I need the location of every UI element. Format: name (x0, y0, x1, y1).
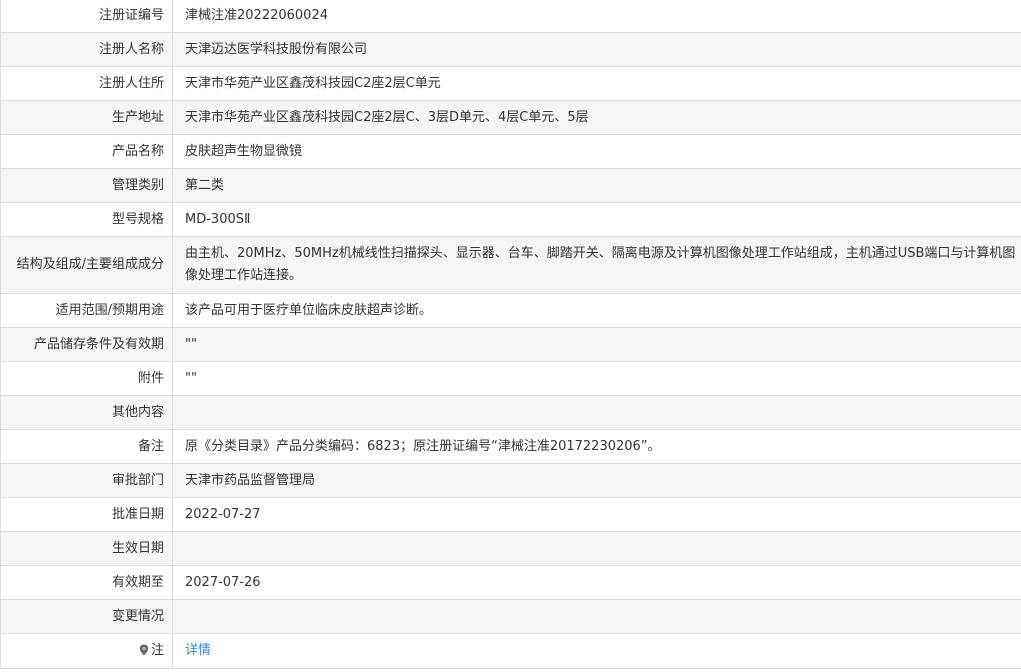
row-change-status: 变更情况 (0, 599, 1021, 634)
row-label: 其他内容 (0, 395, 173, 430)
row-value: 天津市华苑产业区鑫茂科技园C2座2层C单元 (172, 66, 1021, 101)
row-value: 天津市华苑产业区鑫茂科技园C2座2层C、3层D单元、4层C单元、5层 (172, 100, 1021, 135)
row-value: 天津市药品监督管理局 (172, 463, 1021, 498)
row-structure-composition: 结构及组成/主要组成成分 由主机、20MHz、50MHz机械线性扫描探头、显示器… (0, 236, 1021, 294)
row-value: 津械注准20222060024 (172, 0, 1021, 33)
row-label: 备注 (0, 429, 173, 464)
row-approval-date: 批准日期 2022-07-27 (0, 497, 1021, 532)
row-value: "" (172, 327, 1021, 362)
details-link[interactable]: 详情 (185, 643, 211, 658)
map-pin-icon (139, 642, 149, 656)
row-label: 附件 (0, 361, 173, 396)
row-label: 注册人住所 (0, 66, 173, 101)
row-other-content: 其他内容 (0, 395, 1021, 430)
row-label: 有效期至 (0, 565, 173, 600)
row-label: 结构及组成/主要组成成分 (0, 236, 173, 294)
row-production-address: 生产地址 天津市华苑产业区鑫茂科技园C2座2层C、3层D单元、4层C单元、5层 (0, 100, 1021, 135)
row-value: 皮肤超声生物显微镜 (172, 134, 1021, 169)
note-label-cell: 注 (0, 633, 173, 669)
row-value: 该产品可用于医疗单位临床皮肤超声诊断。 (172, 293, 1021, 328)
row-note: 注 详情 (0, 633, 1021, 669)
row-label: 注册人名称 (0, 32, 173, 67)
row-value (172, 599, 1021, 634)
row-label: 批准日期 (0, 497, 173, 532)
row-value: 第二类 (172, 168, 1021, 203)
row-value: 由主机、20MHz、50MHz机械线性扫描探头、显示器、台车、脚踏开关、隔离电源… (172, 236, 1021, 294)
row-storage-validity: 产品储存条件及有效期 "" (0, 327, 1021, 362)
row-attachment: 附件 "" (0, 361, 1021, 396)
row-value: 天津迈达医学科技股份有限公司 (172, 32, 1021, 67)
row-label: 管理类别 (0, 168, 173, 203)
row-registrant-address: 注册人住所 天津市华苑产业区鑫茂科技园C2座2层C单元 (0, 66, 1021, 101)
row-value: MD-300SⅡ (172, 202, 1021, 237)
row-effective-date: 生效日期 (0, 531, 1021, 566)
registration-detail-table: 注册证编号 津械注准20222060024 注册人名称 天津迈达医学科技股份有限… (0, 0, 1021, 669)
row-label: 审批部门 (0, 463, 173, 498)
row-label: 生效日期 (0, 531, 173, 566)
row-value (172, 531, 1021, 566)
row-management-category: 管理类别 第二类 (0, 168, 1021, 203)
row-label: 型号规格 (0, 202, 173, 237)
row-value: 2022-07-27 (172, 497, 1021, 532)
row-remarks: 备注 原《分类目录》产品分类编码：6823；原注册证编号“津械注准2017223… (0, 429, 1021, 464)
row-label: 生产地址 (0, 100, 173, 135)
row-label: 变更情况 (0, 599, 173, 634)
row-approval-department: 审批部门 天津市药品监督管理局 (0, 463, 1021, 498)
row-label: 产品储存条件及有效期 (0, 327, 173, 362)
row-value (172, 395, 1021, 430)
row-value: 原《分类目录》产品分类编码：6823；原注册证编号“津械注准2017223020… (172, 429, 1021, 464)
row-registration-number: 注册证编号 津械注准20222060024 (0, 0, 1021, 33)
row-model-spec: 型号规格 MD-300SⅡ (0, 202, 1021, 237)
note-value-cell: 详情 (172, 633, 1021, 669)
note-label: 注 (150, 643, 164, 658)
row-value: 2027-07-26 (172, 565, 1021, 600)
row-product-name: 产品名称 皮肤超声生物显微镜 (0, 134, 1021, 169)
row-valid-until: 有效期至 2027-07-26 (0, 565, 1021, 600)
row-intended-use: 适用范围/预期用途 该产品可用于医疗单位临床皮肤超声诊断。 (0, 293, 1021, 328)
row-value: "" (172, 361, 1021, 396)
row-label: 产品名称 (0, 134, 173, 169)
row-registrant-name: 注册人名称 天津迈达医学科技股份有限公司 (0, 32, 1021, 67)
row-label: 适用范围/预期用途 (0, 293, 173, 328)
row-label: 注册证编号 (0, 0, 173, 33)
